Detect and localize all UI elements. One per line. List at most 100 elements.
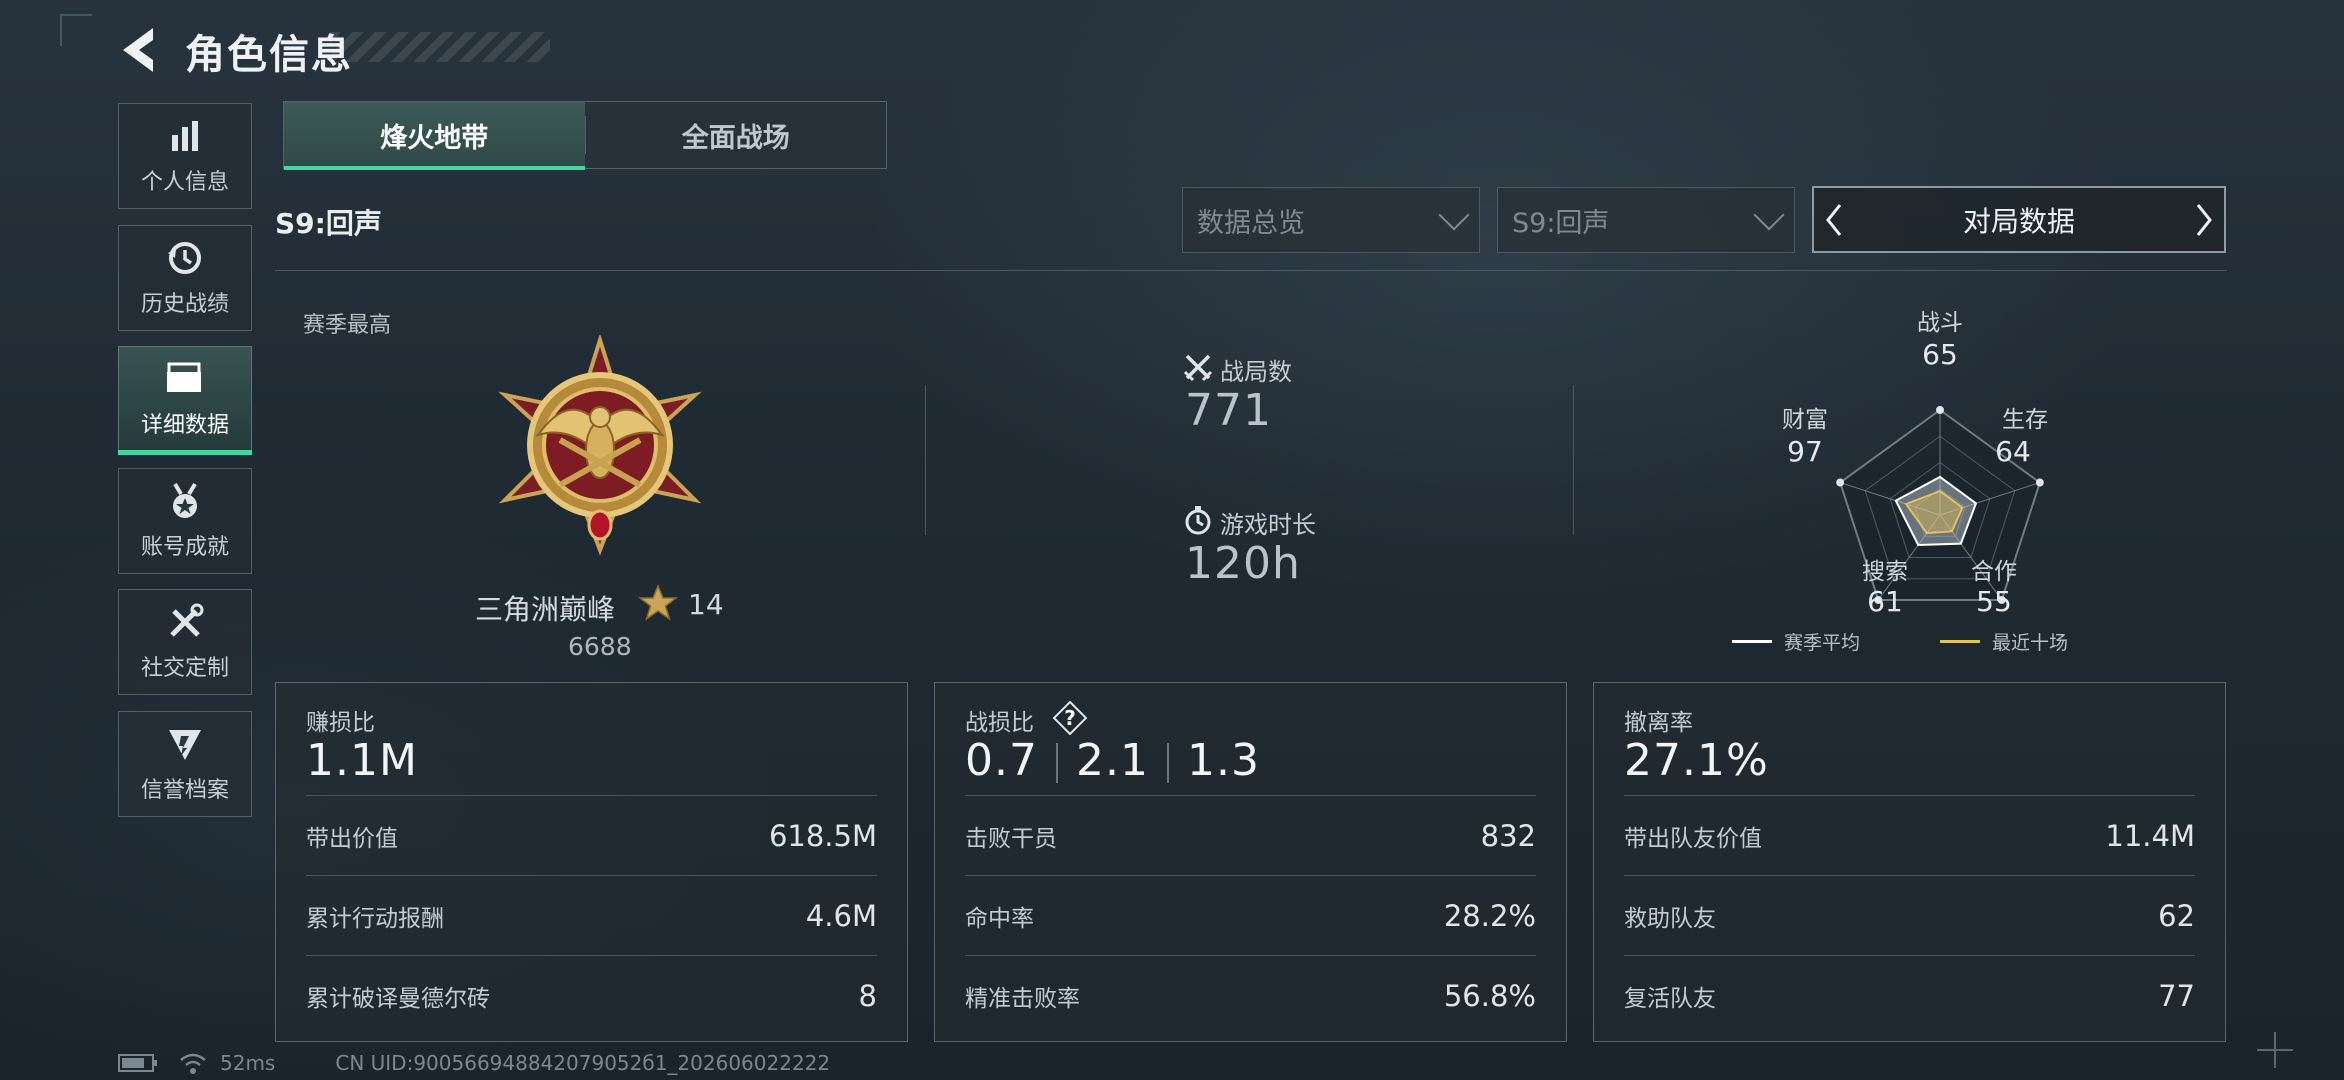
legend-swatch — [1732, 640, 1772, 643]
sidebar-item-label: 历史战绩 — [140, 292, 229, 317]
stat-row: 命中率 28.2% — [965, 875, 1536, 956]
mode-tabs: 烽火地带 全面战场 — [283, 101, 887, 170]
radar-axis-point — [1836, 478, 1845, 487]
plus-decoration-icon — [2257, 1032, 2293, 1068]
radar-axis-value: 61 — [1867, 585, 1903, 618]
status-bar: 52ms CN UID:900566948842079052б1_2026060… — [118, 1050, 830, 1076]
stat-value: 11.4M — [2105, 819, 2195, 853]
rank-name: 三角洲巅峰 — [475, 593, 616, 626]
dropdown-value: 数据总览 — [1197, 207, 1305, 239]
folder-icon — [165, 359, 205, 399]
season-dropdown[interactable]: S9:回声 — [1497, 187, 1795, 253]
medal-icon — [165, 481, 205, 521]
radar-axis-point — [2035, 478, 2044, 487]
stat-row: 带出队友价值 11.4M — [1624, 795, 2195, 876]
sidebar-item-profile[interactable]: 个人信息 — [118, 103, 252, 209]
kd-separator — [1166, 743, 1169, 783]
legend-swatch — [1940, 640, 1981, 643]
rank-stars-count: 14 — [688, 588, 724, 621]
panel-title: 战损比 — [965, 710, 1034, 736]
kd-panel: 战损比 ? 0.7 2.1 1.3 击败干员 832 命中率 28.2% 精准击败率… — [934, 682, 1567, 1042]
sidebar-item-label: 社交定制 — [140, 656, 229, 681]
kd-value: 1.3 — [1186, 735, 1260, 786]
stat-value: 28.2% — [1443, 899, 1536, 933]
legend-label: 最近十场 — [1992, 632, 2069, 654]
kd-separator — [1055, 743, 1058, 783]
sidebar-item-label: 信誉档案 — [140, 778, 229, 803]
stat-row: 累计破译曼德尔砖 8 — [306, 955, 877, 1036]
panel-main-value: 0.7 2.1 1.3 — [965, 735, 1260, 786]
stat-value: 56.8% — [1443, 979, 1536, 1013]
stat-label: 击败干员 — [965, 826, 1057, 852]
stat-label: 带出队友价值 — [1624, 826, 1762, 852]
title-decoration — [330, 32, 550, 62]
divider — [925, 385, 926, 535]
radar-axis-label: 合作 — [1971, 559, 2017, 585]
stat-label: 精准击败率 — [965, 986, 1080, 1012]
wifi-icon — [180, 1053, 206, 1074]
tools-icon — [165, 602, 205, 642]
radar-axis-point — [1936, 406, 1944, 414]
uid-text: CN UID:900566948842079052б1_202606022222 — [335, 1051, 831, 1075]
radar-axis-label: 生存 — [2002, 407, 2048, 433]
stat-label: 累计破译曼德尔砖 — [306, 986, 490, 1012]
help-icon[interactable]: ? — [1053, 701, 1087, 735]
next-view-button[interactable] — [2184, 190, 2224, 250]
stat-label: 复活队友 — [1624, 986, 1716, 1012]
battery-icon — [118, 1054, 157, 1072]
sidebar-item-achievements[interactable]: 账号成就 — [118, 468, 252, 574]
chevron-down-icon — [1438, 199, 1470, 231]
crossed-swords-icon — [1183, 354, 1213, 382]
prev-view-button[interactable] — [1814, 190, 1854, 250]
page-title: 角色信息 — [185, 32, 353, 78]
extraction-panel: 撤离率 27.1% 带出队友价值 11.4M 救助队友 62 复活队友 77 — [1593, 682, 2226, 1042]
radar-axis-label: 财富 — [1782, 407, 1828, 433]
help-glyph: ? — [1064, 706, 1076, 730]
stat-row: 累计行动报酬 4.6M — [306, 875, 877, 956]
stat-row: 救助队友 62 — [1624, 875, 2195, 956]
ability-radar: 战斗 65 生存 64 合作 55 搜索 61 财富 97 — [1740, 300, 2140, 670]
panel-main-value: 1.1M — [306, 735, 418, 786]
kd-value: 2.1 — [1075, 735, 1149, 786]
rank-score: 6688 — [568, 632, 632, 661]
stopwatch-icon — [1185, 506, 1211, 535]
radar-legend: 赛季平均 最近十场 — [1732, 628, 2068, 655]
rank-emblem-icon — [498, 335, 702, 556]
back-button[interactable] — [115, 20, 165, 80]
sidebar-item-social[interactable]: 社交定制 — [118, 589, 252, 695]
sidebar-item-history[interactable]: 历史战绩 — [118, 225, 252, 331]
stat-row: 带出价值 618.5M — [306, 795, 877, 876]
panel-main-value: 27.1% — [1624, 735, 1769, 786]
stat-value: 832 — [1480, 819, 1536, 853]
stat-value: 4.6M — [805, 899, 877, 933]
profit-panel: 赚损比 1.1M 带出价值 618.5M 累计行动报酬 4.6M 累计破译曼德尔… — [275, 682, 908, 1042]
sidebar-item-reputation[interactable]: 信誉档案 — [118, 711, 252, 817]
sidebar-item-details[interactable]: 详细数据 — [118, 346, 252, 455]
stat-value: 77 — [2158, 979, 2195, 1013]
stat-value: 618.5M — [768, 819, 877, 853]
tab-operations[interactable]: 烽火地带 — [284, 102, 585, 170]
stat-label: 命中率 — [965, 906, 1034, 932]
radar-axis-label: 搜索 — [1862, 559, 1908, 585]
sidebar-item-label: 账号成就 — [140, 535, 229, 560]
tab-warfare[interactable]: 全面战场 — [586, 102, 887, 168]
divider — [275, 270, 2227, 271]
season-best-label: 赛季最高 — [303, 313, 392, 338]
active-indicator — [118, 450, 252, 455]
stat-label: 带出价值 — [306, 826, 398, 852]
kd-value: 0.7 — [965, 735, 1038, 786]
playtime-value: 120h — [1185, 538, 1301, 589]
legend-label: 赛季平均 — [1784, 632, 1861, 654]
radar-axis-value: 65 — [1922, 338, 1958, 371]
view-switcher: 对局数据 — [1812, 186, 2226, 253]
panel-title: 撤离率 — [1624, 710, 1693, 736]
matches-value: 771 — [1185, 385, 1272, 436]
data-type-dropdown[interactable]: 数据总览 — [1182, 187, 1480, 253]
season-label: S9:回声 — [275, 207, 382, 240]
bar-chart-icon — [165, 116, 205, 156]
sidebar-item-label: 详细数据 — [140, 413, 229, 438]
stat-row: 复活队友 77 — [1624, 955, 2195, 1036]
matches-label: 战局数 — [1220, 358, 1292, 386]
stat-row: 击败干员 832 — [965, 795, 1536, 876]
star-icon — [638, 584, 678, 621]
